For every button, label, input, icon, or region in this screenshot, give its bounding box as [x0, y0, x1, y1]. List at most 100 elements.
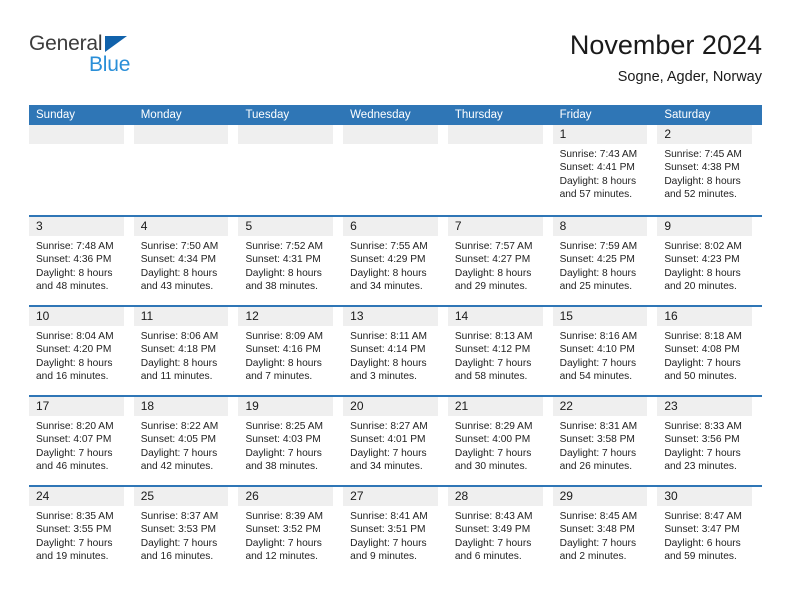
day-number: 4 [133, 217, 229, 236]
day-number [238, 125, 334, 144]
sunset-time: Sunset: 3:58 PM [559, 434, 635, 446]
daylight-duration-line1: Daylight: 6 hours [664, 537, 741, 549]
daylight-duration-line2: and 2 minutes. [559, 550, 627, 562]
calendar-day-cell[interactable]: 29 Sunrise: 8:45 AM Sunset: 3:48 PM Dayligh… [552, 487, 658, 575]
day-cell-inner [343, 125, 438, 215]
calendar-page: General Blue November 2024 Sogne, Agder,… [0, 0, 792, 612]
daylight-duration-line1: Daylight: 8 hours [245, 357, 322, 369]
calendar-day-cell[interactable]: 14 Sunrise: 8:13 AM Sunset: 4:12 PM Dayligh… [447, 307, 553, 395]
calendar-day-cell[interactable]: 13 Sunrise: 8:11 AM Sunset: 4:14 PM Dayligh… [343, 307, 448, 395]
calendar-day-cell[interactable]: 7 Sunrise: 7:57 AM Sunset: 4:27 PM Daylight… [447, 217, 553, 305]
day-cell-inner: 3 Sunrise: 7:48 AM Sunset: 4:36 PM Daylight… [29, 217, 124, 305]
day-cell-inner: 16 Sunrise: 8:18 AM Sunset: 4:08 PM Dayligh… [657, 307, 753, 395]
day-cell-inner: 20 Sunrise: 8:27 AM Sunset: 4:01 PM Dayligh… [343, 397, 438, 485]
calendar-day-cell[interactable]: 22 Sunrise: 8:31 AM Sunset: 3:58 PM Dayligh… [552, 397, 658, 485]
daylight-duration-line2: and 54 minutes. [559, 370, 633, 382]
daylight-duration-line1: Daylight: 7 hours [559, 447, 637, 459]
daylight-duration-line2: and 25 minutes. [559, 280, 633, 292]
calendar-body: 1 Sunrise: 7:43 AM Sunset: 4:41 PM Daylight… [29, 125, 762, 575]
calendar-day-cell[interactable]: 3 Sunrise: 7:48 AM Sunset: 4:36 PM Daylight… [29, 217, 134, 305]
sunrise-time: Sunrise: 8:11 AM [350, 331, 427, 342]
calendar-day-cell[interactable]: 12 Sunrise: 8:09 AM Sunset: 4:16 PM Dayligh… [238, 307, 343, 395]
day-cell-inner: 11 Sunrise: 8:06 AM Sunset: 4:18 PM Dayligh… [133, 307, 229, 395]
calendar-day-cell[interactable]: 6 Sunrise: 7:55 AM Sunset: 4:29 PM Daylight… [343, 217, 448, 305]
day-number: 12 [238, 307, 334, 326]
calendar-day-cell[interactable]: 9 Sunrise: 8:02 AM Sunset: 4:23 PM Daylight… [657, 217, 762, 305]
day-details: Sunrise: 8:29 AM Sunset: 4:00 PM Daylight:… [448, 416, 543, 473]
day-cell-inner: 26 Sunrise: 8:39 AM Sunset: 3:52 PM Dayligh… [238, 487, 334, 575]
daylight-duration-line2: and 58 minutes. [454, 370, 528, 382]
day-number: 30 [657, 487, 753, 506]
day-details: Sunrise: 8:45 AM Sunset: 3:48 PM Daylight:… [553, 506, 648, 563]
day-cell-inner: 15 Sunrise: 8:16 AM Sunset: 4:10 PM Dayligh… [552, 307, 648, 395]
calendar-day-cell[interactable]: 4 Sunrise: 7:50 AM Sunset: 4:34 PM Daylight… [133, 217, 239, 305]
day-cell-inner: 24 Sunrise: 8:35 AM Sunset: 3:55 PM Dayligh… [29, 487, 124, 575]
day-number: 14 [447, 307, 543, 326]
day-cell-inner: 13 Sunrise: 8:11 AM Sunset: 4:14 PM Dayligh… [343, 307, 438, 395]
calendar-day-cell[interactable]: 16 Sunrise: 8:18 AM Sunset: 4:08 PM Dayligh… [657, 307, 762, 395]
calendar-week-row: 10 Sunrise: 8:04 AM Sunset: 4:20 PM Dayligh… [29, 305, 762, 395]
calendar-day-cell[interactable]: 10 Sunrise: 8:04 AM Sunset: 4:20 PM Dayligh… [29, 307, 134, 395]
sunset-time: Sunset: 4:34 PM [140, 254, 217, 266]
sunrise-time: Sunrise: 8:25 AM [245, 421, 324, 432]
sunset-time: Sunset: 3:47 PM [664, 524, 740, 536]
calendar-day-cell[interactable]: 19 Sunrise: 8:25 AM Sunset: 4:03 PM Dayligh… [238, 397, 343, 485]
calendar-day-cell[interactable]: 18 Sunrise: 8:22 AM Sunset: 4:05 PM Dayligh… [133, 397, 239, 485]
calendar-day-cell[interactable]: 25 Sunrise: 8:37 AM Sunset: 3:53 PM Dayligh… [133, 487, 239, 575]
calendar-week-row: 17 Sunrise: 8:20 AM Sunset: 4:07 PM Dayligh… [29, 395, 762, 485]
weekday-header-monday: Monday [140, 109, 182, 121]
day-details: Sunrise: 7:57 AM Sunset: 4:27 PM Daylight:… [448, 236, 543, 293]
daylight-duration-line2: and 34 minutes. [350, 280, 423, 292]
sunset-time: Sunset: 4:05 PM [140, 434, 217, 446]
day-cell-inner [29, 125, 124, 215]
daylight-duration-line2: and 48 minutes. [36, 280, 109, 292]
sunset-time: Sunset: 4:16 PM [245, 344, 321, 356]
daylight-duration-line1: Daylight: 7 hours [140, 537, 218, 549]
day-details: Sunrise: 7:55 AM Sunset: 4:29 PM Daylight:… [343, 236, 438, 293]
day-number: 22 [552, 397, 648, 416]
sunset-time: Sunset: 4:27 PM [454, 254, 531, 266]
sunset-time: Sunset: 3:56 PM [664, 434, 740, 446]
calendar-table: Sunday Monday Tuesday Wednesday Thursday Frid… [29, 105, 762, 575]
calendar-day-cell[interactable]: 24 Sunrise: 8:35 AM Sunset: 3:55 PM Dayligh… [29, 487, 134, 575]
calendar-day-cell[interactable]: 17 Sunrise: 8:20 AM Sunset: 4:07 PM Dayligh… [29, 397, 134, 485]
calendar-day-cell[interactable]: 8 Sunrise: 7:59 AM Sunset: 4:25 PM Daylight… [552, 217, 658, 305]
calendar-day-cell[interactable]: 11 Sunrise: 8:06 AM Sunset: 4:18 PM Dayligh… [133, 307, 239, 395]
calendar-day-cell[interactable]: 28 Sunrise: 8:43 AM Sunset: 3:49 PM Dayligh… [447, 487, 553, 575]
calendar-week-row: 3 Sunrise: 7:48 AM Sunset: 4:36 PM Daylight… [29, 215, 762, 305]
general-blue-logo[interactable]: General Blue [29, 32, 179, 84]
sunset-time: Sunset: 4:20 PM [36, 344, 112, 356]
calendar-day-cell[interactable]: 30 Sunrise: 8:47 AM Sunset: 3:47 PM Dayligh… [657, 487, 762, 575]
sunset-time: Sunset: 4:25 PM [559, 254, 635, 266]
daylight-duration-line1: Daylight: 8 hours [559, 267, 637, 279]
calendar-day-cell[interactable]: 1 Sunrise: 7:43 AM Sunset: 4:41 PM Daylight… [552, 125, 658, 215]
day-number: 29 [552, 487, 648, 506]
day-number: 11 [133, 307, 229, 326]
sunrise-time: Sunrise: 8:45 AM [559, 511, 638, 522]
calendar-day-cell[interactable]: 23 Sunrise: 8:33 AM Sunset: 3:56 PM Dayligh… [657, 397, 762, 485]
calendar-day-cell[interactable]: 21 Sunrise: 8:29 AM Sunset: 4:00 PM Dayligh… [447, 397, 553, 485]
sunrise-time: Sunrise: 7:50 AM [140, 241, 219, 252]
day-number [343, 125, 438, 144]
day-number: 13 [343, 307, 438, 326]
calendar-day-cell[interactable]: 15 Sunrise: 8:16 AM Sunset: 4:10 PM Dayligh… [552, 307, 658, 395]
calendar-day-cell[interactable]: 20 Sunrise: 8:27 AM Sunset: 4:01 PM Dayligh… [343, 397, 448, 485]
calendar-day-cell[interactable]: 5 Sunrise: 7:52 AM Sunset: 4:31 PM Daylight… [238, 217, 343, 305]
sunrise-time: Sunrise: 8:22 AM [140, 421, 219, 432]
sunset-time: Sunset: 4:01 PM [350, 434, 426, 446]
daylight-duration-line2: and 38 minutes. [245, 460, 318, 472]
sunrise-time: Sunrise: 7:43 AM [559, 149, 638, 160]
weekday-header-friday: Friday [559, 109, 592, 121]
daylight-duration-line2: and 6 minutes. [454, 550, 522, 562]
sunrise-time: Sunrise: 8:02 AM [664, 241, 742, 252]
daylight-duration-line2: and 23 minutes. [664, 460, 737, 472]
calendar-day-cell[interactable]: 27 Sunrise: 8:41 AM Sunset: 3:51 PM Dayligh… [343, 487, 448, 575]
calendar-day-cell[interactable]: 26 Sunrise: 8:39 AM Sunset: 3:52 PM Dayligh… [238, 487, 343, 575]
sunset-time: Sunset: 4:29 PM [350, 254, 426, 266]
calendar-day-cell[interactable]: 2 Sunrise: 7:45 AM Sunset: 4:38 PM Daylight… [657, 125, 762, 215]
daylight-duration-line2: and 46 minutes. [36, 460, 109, 472]
sunset-time: Sunset: 4:31 PM [245, 254, 321, 266]
day-cell-inner: 17 Sunrise: 8:20 AM Sunset: 4:07 PM Dayligh… [29, 397, 124, 485]
sunrise-time: Sunrise: 8:43 AM [454, 511, 533, 522]
sunset-time: Sunset: 4:23 PM [664, 254, 740, 266]
